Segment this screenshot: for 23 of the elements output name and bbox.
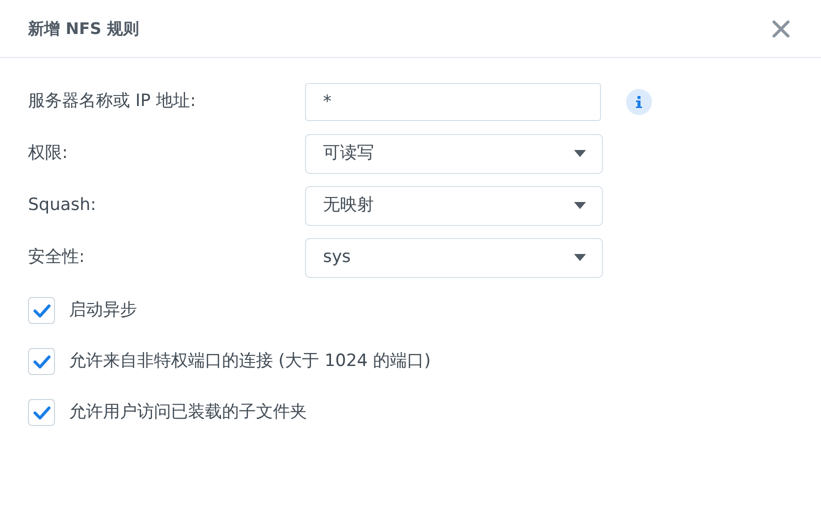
select-dropdown[interactable]: sys [305, 238, 603, 278]
close-icon[interactable] [771, 18, 791, 38]
check-icon [32, 406, 50, 420]
field-label: 服务器名称或 IP 地址: [28, 90, 197, 113]
window-title: 新增 NFS 规则 [28, 18, 139, 40]
check-icon [32, 354, 50, 368]
checkbox-label: 启动异步 [69, 298, 137, 322]
check-icon [32, 304, 50, 318]
checkbox[interactable] [28, 348, 55, 375]
select-dropdown[interactable]: 可读写 [305, 134, 603, 174]
checkbox[interactable] [28, 297, 55, 324]
checkbox[interactable] [28, 399, 55, 426]
caret-icon [574, 202, 586, 209]
checkbox-label: 允许来自非特权端口的连接 (大于 1024 的端口) [69, 350, 431, 373]
caret-icon [574, 254, 586, 261]
field-label: 安全性: [28, 246, 86, 269]
input-field[interactable]: * [305, 82, 601, 120]
info-icon[interactable] [626, 88, 652, 114]
checkbox-label: 允许用户访问已装载的子文件夹 [69, 400, 307, 424]
select-dropdown[interactable]: 无映射 [305, 186, 603, 226]
field-label: 权限: [28, 142, 69, 165]
caret-icon [574, 150, 586, 157]
field-label: Squash: [28, 194, 98, 217]
